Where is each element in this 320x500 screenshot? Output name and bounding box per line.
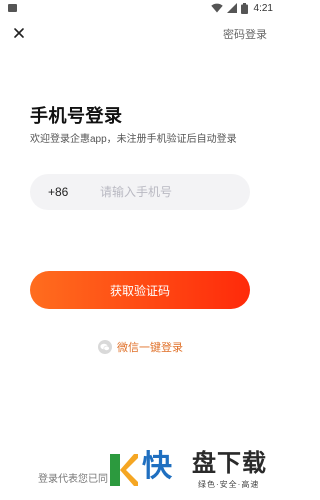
watermark-logo — [110, 454, 138, 486]
watermark: 快 盘下载 绿色·安全·高速 — [108, 448, 278, 494]
page-subtitle: 欢迎登录企惠app，未注册手机验证后自动登录 — [30, 134, 237, 145]
status-time: 4:21 — [253, 2, 273, 14]
page-title: 手机号登录 — [30, 106, 123, 126]
watermark-char: 快 — [142, 449, 172, 484]
wechat-icon — [98, 340, 112, 354]
phone-input[interactable] — [100, 185, 250, 199]
country-code-selector[interactable]: +86 — [48, 185, 86, 199]
wifi-icon — [210, 3, 223, 13]
wechat-login-label: 微信一键登录 — [117, 342, 183, 354]
close-button[interactable] — [12, 26, 26, 40]
agreement-text: 登录代表您已同 — [38, 474, 108, 485]
phone-field[interactable]: +86 — [30, 174, 250, 210]
wechat-login-button[interactable]: 微信一键登录 — [98, 339, 183, 355]
watermark-slogan: 绿色·安全·高速 — [198, 480, 260, 489]
watermark-brand: 盘下载 — [192, 449, 267, 477]
battery-icon — [240, 2, 248, 14]
status-bar: 4:21 — [0, 0, 281, 16]
status-icons: 4:21 — [210, 2, 273, 14]
notification-icon — [8, 4, 17, 12]
get-code-button[interactable]: 获取验证码 — [30, 271, 250, 309]
close-icon — [14, 28, 24, 38]
password-login-link[interactable]: 密码登录 — [223, 26, 267, 42]
signal-icon — [226, 3, 237, 13]
